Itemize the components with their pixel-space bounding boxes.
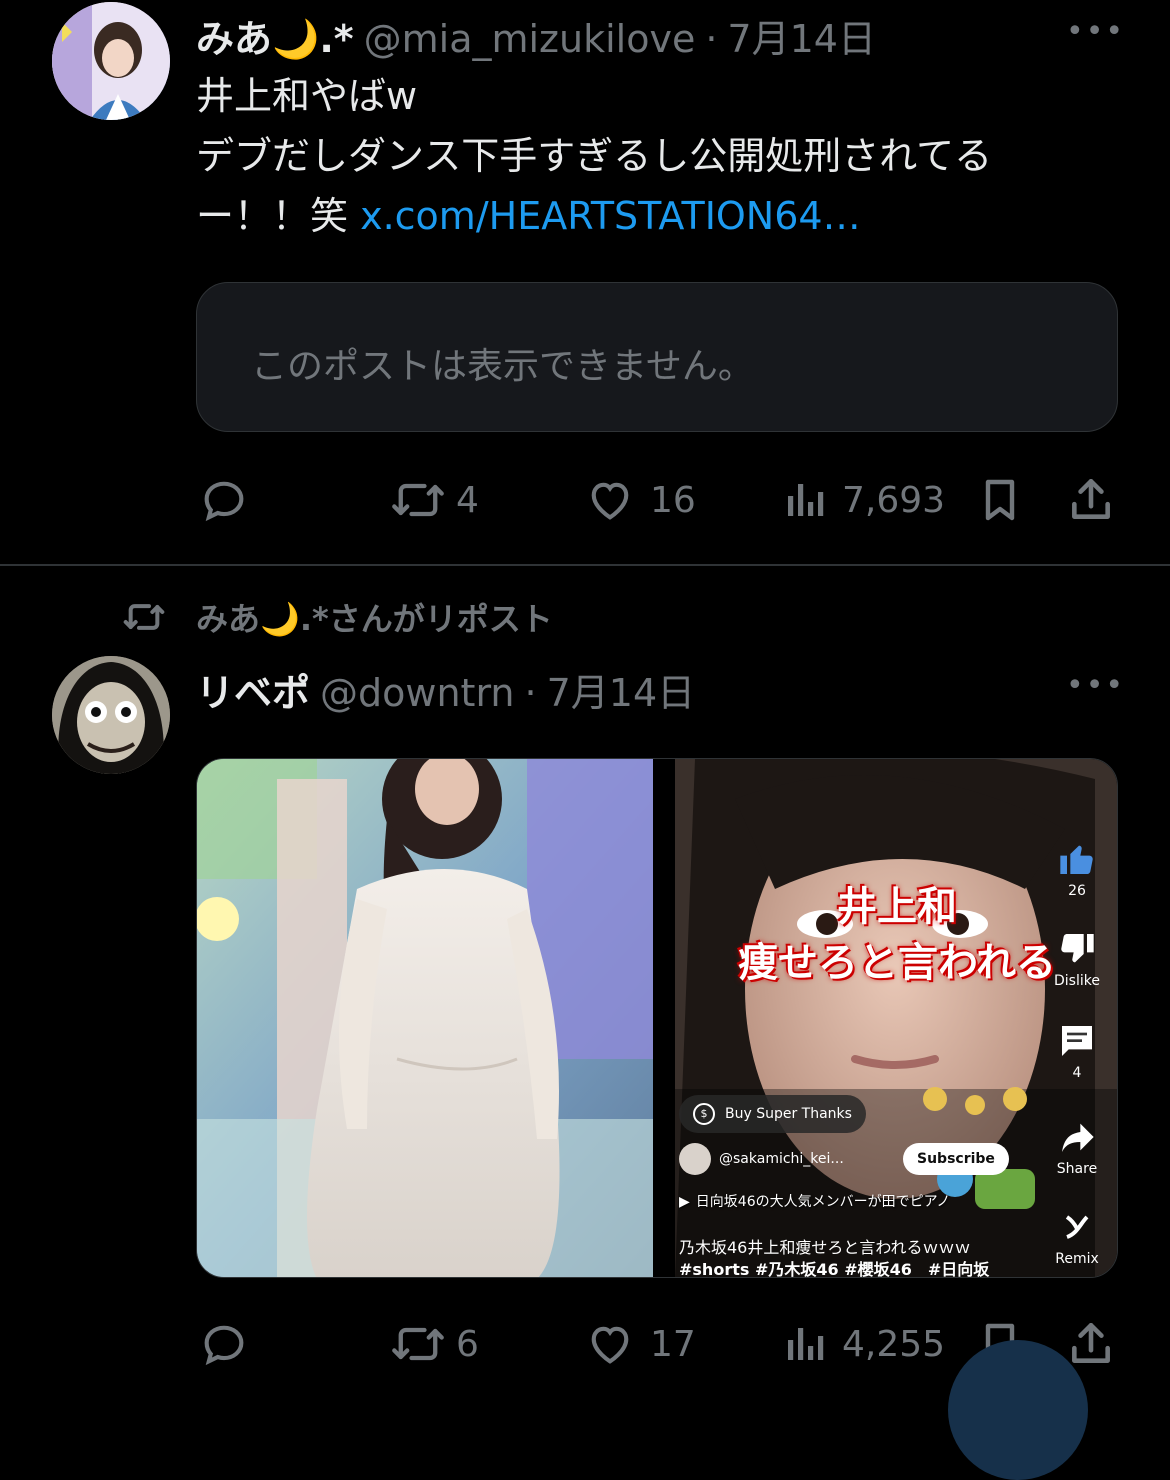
remix-icon[interactable] <box>1057 1207 1097 1247</box>
media-grid: 井上和 痩せろと言われる 26 Dislike 4 Share Remix $ … <box>196 758 1118 1278</box>
view-count: 4,255 <box>842 1323 946 1365</box>
video-title: 乃木坂46井上和痩せろと言われるｗｗｗ <box>679 1238 971 1257</box>
dollar-icon: $ <box>693 1103 715 1125</box>
thumbs-up-icon[interactable] <box>1057 839 1097 879</box>
super-thanks-chip[interactable]: $ Buy Super Thanks <box>679 1095 866 1133</box>
compose-fab[interactable] <box>948 1340 1088 1480</box>
comment-icon[interactable] <box>1057 1021 1097 1061</box>
like-count: 26 <box>1068 883 1086 899</box>
more-options-icon[interactable]: ••• <box>1066 14 1125 49</box>
like-count: 16 <box>650 479 696 521</box>
views-chart-icon <box>788 1328 824 1360</box>
post-link[interactable]: x.com/HEARTSTATION64… <box>360 194 861 238</box>
reply-button[interactable] <box>198 474 250 526</box>
unavailable-message: このポストは表示できません。 <box>251 346 754 387</box>
post-date[interactable]: 7月14日 <box>727 8 876 63</box>
separator: · <box>524 671 537 715</box>
share-arrow-icon[interactable] <box>1057 1117 1097 1157</box>
channel-avatar[interactable] <box>679 1143 711 1175</box>
subscribe-button[interactable]: Subscribe <box>903 1143 1009 1175</box>
post-text-line: デブだしダンス下手すぎるし公開処刑されてる <box>196 134 993 178</box>
video-hashtags[interactable]: #shorts #乃木坂46 #櫻坂46 #日向坂 <box>679 1259 989 1277</box>
avatar[interactable] <box>52 656 170 774</box>
repost-icon <box>392 483 444 517</box>
display-name[interactable]: みあ🌙.* <box>196 8 354 63</box>
repost-button[interactable]: 6 <box>390 1318 479 1370</box>
remix-label: Remix <box>1055 1251 1099 1267</box>
repost-button[interactable]: 4 <box>390 474 479 526</box>
play-icon: ▶ <box>679 1194 690 1210</box>
views-chart-icon <box>788 484 824 516</box>
reply-icon <box>204 481 244 522</box>
handle[interactable]: @downtrn <box>320 671 514 715</box>
like-button[interactable]: 17 <box>584 1318 696 1370</box>
super-thanks-label: Buy Super Thanks <box>725 1106 852 1122</box>
video-ticker: ▶ 日向坂46の大人気メンバーが田でピアノ <box>679 1191 1039 1211</box>
heart-icon <box>591 1326 629 1364</box>
repost-icon <box>392 1327 444 1361</box>
post-date[interactable]: 7月14日 <box>547 662 696 717</box>
quoted-post-unavailable[interactable]: このポストは表示できません。 <box>196 282 1118 432</box>
repost-attribution[interactable]: みあ🌙.*さんがリポスト <box>196 594 553 640</box>
display-name[interactable]: リベポ <box>196 662 310 717</box>
repost-count: 4 <box>456 479 479 521</box>
reply-button[interactable] <box>198 1318 250 1370</box>
repost-icon <box>123 604 165 630</box>
thumbs-down-icon[interactable] <box>1057 929 1097 969</box>
share-button[interactable] <box>1066 1318 1116 1370</box>
share-icon <box>1072 478 1110 519</box>
like-button[interactable]: 16 <box>584 474 696 526</box>
separator: · <box>705 17 718 61</box>
comment-count: 4 <box>1072 1065 1082 1081</box>
post-text-line: 井上和やばw <box>196 74 418 118</box>
post-divider <box>0 564 1170 566</box>
views-button[interactable]: 4,255 <box>782 1318 945 1370</box>
more-options-icon[interactable]: ••• <box>1066 668 1125 703</box>
share-button[interactable] <box>1066 474 1116 526</box>
media-video-short[interactable]: 井上和 痩せろと言われる 26 Dislike 4 Share Remix $ … <box>675 759 1117 1277</box>
share-label: Share <box>1056 1161 1098 1177</box>
channel-handle[interactable]: @sakamichi_kei... <box>719 1151 889 1167</box>
ticker-text: 日向坂46の大人気メンバーが田でピアノ <box>695 1194 951 1210</box>
share-icon <box>1072 1322 1110 1363</box>
media-image-dance[interactable] <box>197 759 653 1277</box>
bookmark-button[interactable] <box>976 474 1024 526</box>
post-text: 井上和やばw デブだしダンス下手すぎるし公開処刑されてる ー！！笑 x.com/… <box>196 66 992 246</box>
bookmark-icon <box>985 479 1015 521</box>
repost-count: 6 <box>456 1323 479 1365</box>
heart-icon <box>591 482 629 520</box>
views-button[interactable]: 7,693 <box>782 474 945 526</box>
post-text-line: ー！！笑 <box>196 194 361 238</box>
avatar[interactable] <box>52 2 170 120</box>
dislike-label: Dislike <box>1054 973 1100 989</box>
view-count: 7,693 <box>842 479 946 521</box>
reply-icon <box>204 1325 244 1366</box>
handle[interactable]: @mia_mizukilove <box>364 17 696 61</box>
like-count: 17 <box>650 1323 696 1365</box>
